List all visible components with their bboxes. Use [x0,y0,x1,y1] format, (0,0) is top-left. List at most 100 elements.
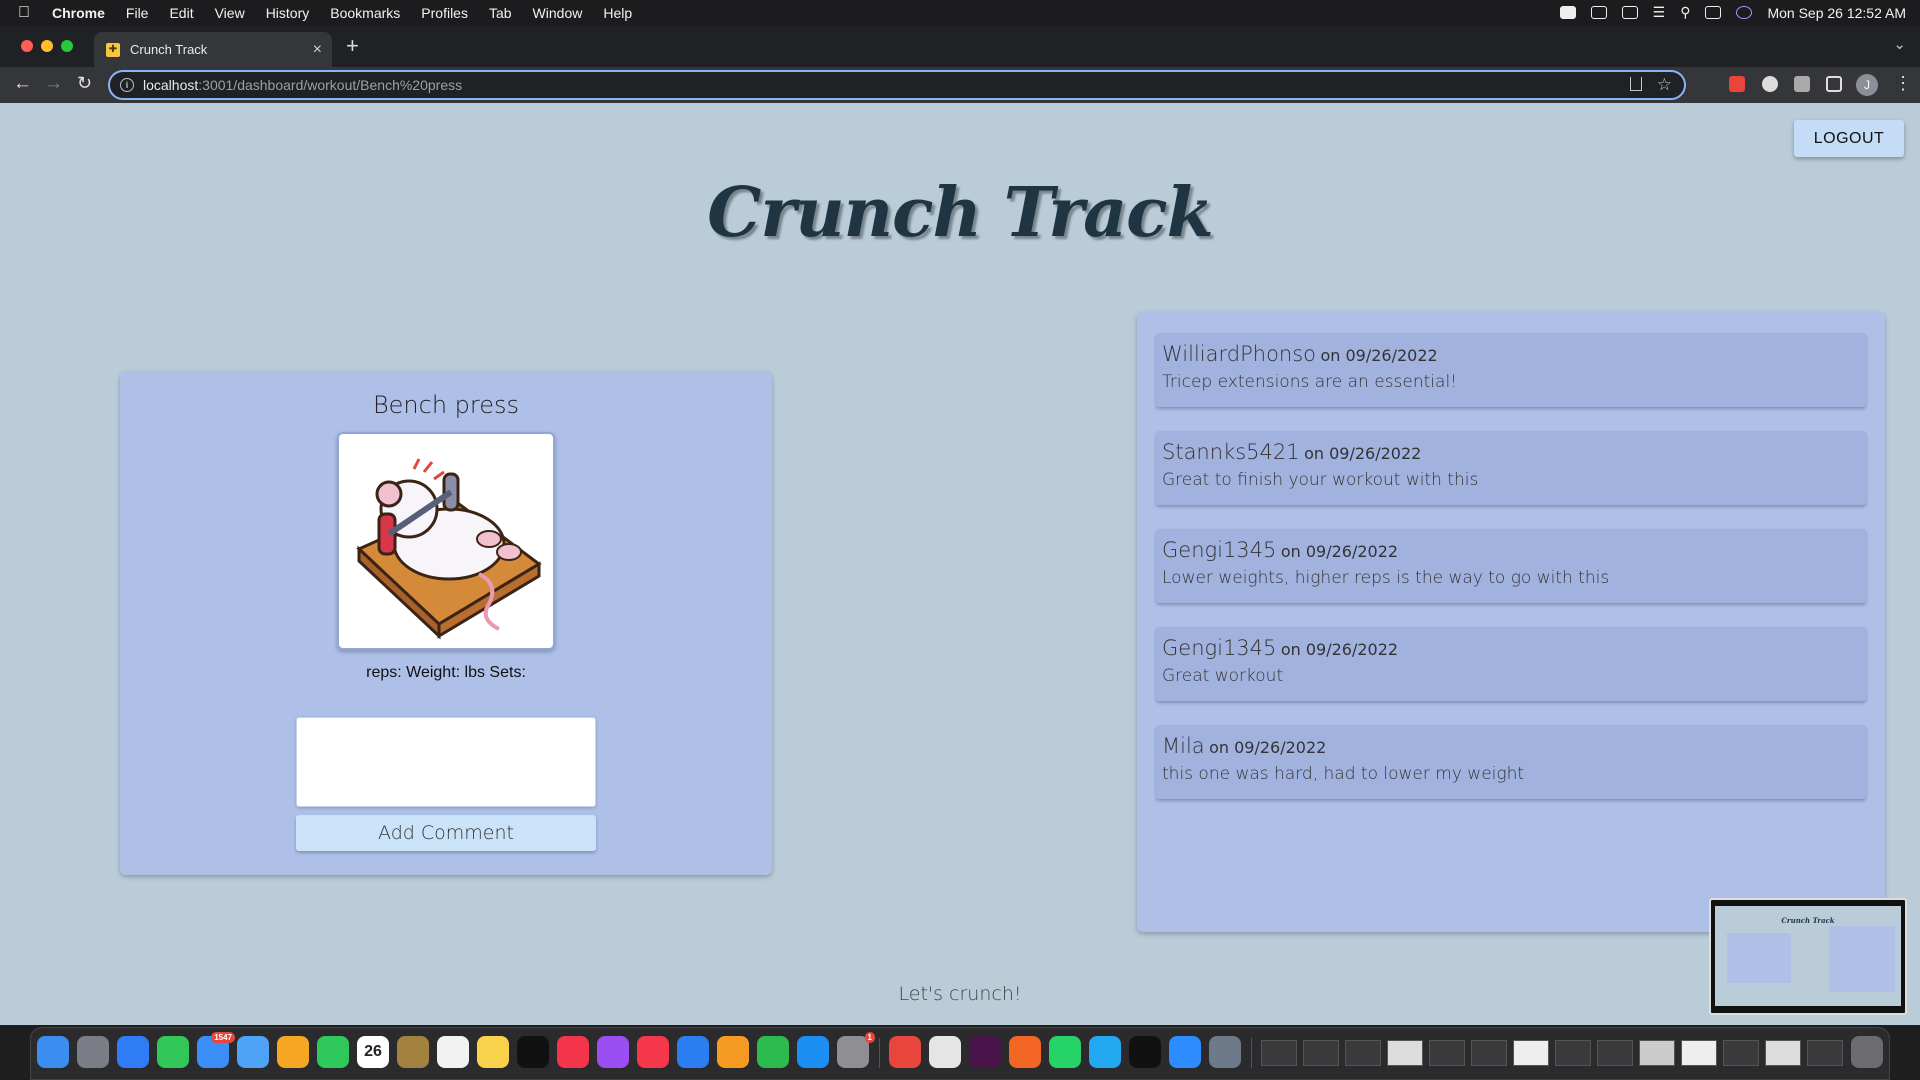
car-icon[interactable] [1621,6,1638,19]
thumbnail-preview: Crunch Track [1715,906,1901,1006]
menu-tab[interactable]: Tab [489,5,512,21]
apple-tv-icon[interactable] [517,1036,549,1068]
minimized-window-thumbnail[interactable] [1639,1040,1675,1066]
macos-dock: 1547 26 1 [30,1027,1890,1080]
comment-date: on 09/26/2022 [1320,346,1438,365]
minimize-window-icon[interactable] [41,40,53,52]
forward-arrow-icon[interactable]: → [44,73,63,95]
control-center-icon[interactable] [1705,6,1722,19]
close-window-icon[interactable] [21,40,33,52]
minimized-window-thumbnail[interactable] [1681,1040,1717,1066]
zoom-icon[interactable] [1169,1036,1201,1068]
photos-icon[interactable] [277,1036,309,1068]
music-icon[interactable] [557,1036,589,1068]
browser-tab[interactable]: ✚ Crunch Track × [94,32,332,67]
launchpad-icon[interactable] [77,1036,109,1068]
favicon-icon: ✚ [106,42,120,57]
logout-button[interactable]: LOGOUT [1794,120,1904,157]
menu-clock[interactable]: Mon Sep 26 12:52 AM [1767,5,1906,21]
site-info-icon[interactable]: i [120,78,134,92]
mail-icon[interactable]: 1547 [197,1032,235,1068]
workout-card: Bench press reps: Weight: lbs Sets: Add … [120,371,772,875]
share-icon[interactable] [1630,77,1642,91]
spotlight-search-icon[interactable]: ⚲ [1680,4,1690,21]
address-bar[interactable]: i localhost :3001/dashboard/workout/Benc… [108,70,1686,100]
comment-date: on 09/26/2022 [1280,542,1399,561]
menu-file[interactable]: File [126,5,149,21]
screen-record-icon[interactable] [1559,6,1576,19]
menu-edit[interactable]: Edit [169,5,193,21]
reminders-icon[interactable] [437,1036,469,1068]
menu-app-name[interactable]: Chrome [52,5,105,21]
postman-icon[interactable] [1009,1036,1041,1068]
apple-menu-icon[interactable]:  [18,4,36,22]
minimized-window-thumbnail[interactable] [1723,1040,1759,1066]
comment-text: Tricep extensions are an essential! [1162,372,1457,392]
siri-icon[interactable] [1736,6,1753,19]
add-comment-button[interactable]: Add Comment [296,815,596,851]
preview-icon[interactable] [1209,1036,1241,1068]
pages-icon[interactable] [717,1036,749,1068]
menu-profiles[interactable]: Profiles [421,5,468,21]
airmail-icon[interactable] [889,1036,921,1068]
window-controls [21,40,73,52]
facetime-icon[interactable] [317,1036,349,1068]
podcasts-icon[interactable] [597,1036,629,1068]
minimized-window-thumbnail[interactable] [1345,1040,1381,1066]
slack-icon[interactable] [969,1036,1001,1068]
minimized-window-thumbnail[interactable] [1807,1040,1843,1066]
safari-icon[interactable] [117,1036,149,1068]
menu-help[interactable]: Help [603,5,632,21]
extensions-puzzle-icon[interactable] [1794,76,1810,92]
footer-tagline: Let's crunch! [898,983,1022,1005]
new-tab-icon[interactable]: + [346,35,359,57]
comment-input[interactable] [296,717,596,807]
chrome-menu-icon[interactable]: ⋮ [1894,73,1912,94]
menu-window[interactable]: Window [533,5,583,21]
zoom-window-icon[interactable] [61,40,73,52]
trash-icon[interactable] [1851,1036,1883,1068]
news-icon[interactable] [637,1036,669,1068]
minimized-window-thumbnail[interactable] [1429,1040,1465,1066]
reload-icon[interactable]: ↻ [77,73,92,94]
menu-bookmarks[interactable]: Bookmarks [330,5,400,21]
finder-icon[interactable] [37,1036,69,1068]
notes-icon[interactable] [477,1036,509,1068]
menu-history[interactable]: History [266,5,310,21]
minimized-window-thumbnail[interactable] [1597,1040,1633,1066]
profile-avatar[interactable]: J [1856,74,1878,96]
tab-search-chevron-icon[interactable]: ⌄ [1893,35,1906,53]
minimized-window-thumbnail[interactable] [1513,1040,1549,1066]
keyboard-icon[interactable] [1590,6,1607,19]
minimized-window-thumbnail[interactable] [1471,1040,1507,1066]
side-panel-icon[interactable] [1826,76,1842,92]
thumbnail-workout-card [1727,933,1791,983]
vscode-icon[interactable] [1089,1036,1121,1068]
extension-circle-icon[interactable] [1762,76,1778,92]
minimized-window-thumbnail[interactable] [1387,1040,1423,1066]
chrome-icon[interactable] [929,1036,961,1068]
system-preferences-icon[interactable]: 1 [837,1032,875,1068]
workout-illustration [337,432,555,650]
menu-view[interactable]: View [215,5,245,21]
wifi-icon[interactable]: ☰ [1653,4,1666,21]
back-arrow-icon[interactable]: ← [13,73,32,95]
minimized-window-thumbnail[interactable] [1303,1040,1339,1066]
minimized-window-thumbnail[interactable] [1765,1040,1801,1066]
screen-recording-thumbnail[interactable]: Crunch Track [1709,898,1907,1015]
calendar-icon[interactable]: 26 [357,1036,389,1068]
app-store-icon[interactable] [797,1036,829,1068]
messages-icon[interactable] [157,1036,189,1068]
keynote-icon[interactable] [677,1036,709,1068]
bookmark-star-icon[interactable]: ☆ [1657,75,1672,95]
minimized-window-thumbnail[interactable] [1555,1040,1591,1066]
terminal-icon[interactable] [1129,1036,1161,1068]
close-tab-icon[interactable]: × [313,41,322,59]
whatsapp-icon[interactable] [1049,1036,1081,1068]
comments-panel: WilliardPhonso on 09/26/2022 Tricep exte… [1137,312,1885,932]
numbers-icon[interactable] [757,1036,789,1068]
contacts-icon[interactable] [397,1036,429,1068]
extension-red-icon[interactable] [1729,76,1745,92]
maps-icon[interactable] [237,1036,269,1068]
minimized-window-thumbnail[interactable] [1261,1040,1297,1066]
